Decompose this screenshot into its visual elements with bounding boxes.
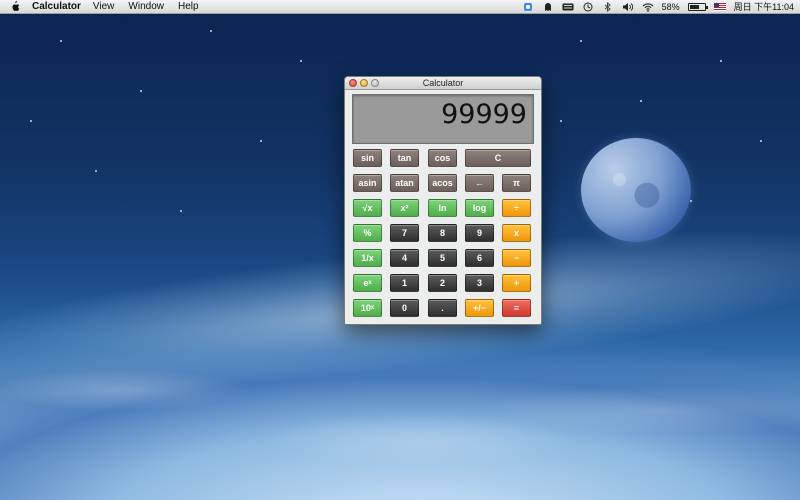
earth-clouds bbox=[0, 330, 800, 500]
pi-button[interactable]: π bbox=[502, 174, 531, 192]
atan-button[interactable]: atan bbox=[390, 174, 419, 192]
digit-5-button[interactable]: 5 bbox=[428, 249, 457, 267]
acos-button[interactable]: acos bbox=[428, 174, 457, 192]
percent-button[interactable]: % bbox=[353, 224, 382, 242]
digit-0-button[interactable]: 0 bbox=[390, 299, 419, 317]
digit-4-button[interactable]: 4 bbox=[390, 249, 419, 267]
ln-button[interactable]: ln bbox=[428, 199, 457, 217]
sin-button[interactable]: sin bbox=[353, 149, 382, 167]
star bbox=[140, 90, 142, 92]
tan-button[interactable]: tan bbox=[390, 149, 419, 167]
star bbox=[580, 40, 582, 42]
star bbox=[180, 210, 182, 212]
menu-bar: Calculator View Window Help 58% 周日 下午11:… bbox=[0, 0, 800, 14]
digit-1-button[interactable]: 1 bbox=[390, 274, 419, 292]
star bbox=[95, 170, 97, 172]
asin-button[interactable]: asin bbox=[353, 174, 382, 192]
star bbox=[720, 60, 722, 62]
square-root-button[interactable]: √x bbox=[353, 199, 382, 217]
divide-button[interactable]: ÷ bbox=[502, 199, 531, 217]
minimize-window-button[interactable] bbox=[360, 79, 368, 87]
menu-view[interactable]: View bbox=[93, 1, 115, 12]
multiply-button[interactable]: x bbox=[502, 224, 531, 242]
volume-icon[interactable] bbox=[622, 2, 634, 12]
digit-6-button[interactable]: 6 bbox=[465, 249, 494, 267]
star bbox=[60, 40, 62, 42]
cos-button[interactable]: cos bbox=[428, 149, 457, 167]
calculator-display: 99999 bbox=[352, 94, 534, 144]
square-button[interactable]: x² bbox=[390, 199, 419, 217]
menu-extras: 58% 周日 下午11:04 bbox=[522, 0, 794, 13]
digit-7-button[interactable]: 7 bbox=[390, 224, 419, 242]
battery-level-fill bbox=[689, 4, 699, 9]
menu-window[interactable]: Window bbox=[128, 1, 164, 12]
traffic-lights bbox=[349, 79, 379, 87]
moon bbox=[581, 138, 691, 242]
star bbox=[30, 120, 32, 122]
plus-button[interactable]: + bbox=[502, 274, 531, 292]
star bbox=[300, 60, 302, 62]
minus-button[interactable]: − bbox=[502, 249, 531, 267]
menu-help[interactable]: Help bbox=[178, 1, 199, 12]
backspace-button[interactable]: ← bbox=[465, 174, 494, 192]
exp-button[interactable]: eˣ bbox=[353, 274, 382, 292]
digit-3-button[interactable]: 3 bbox=[465, 274, 494, 292]
reciprocal-button[interactable]: 1/x bbox=[353, 249, 382, 267]
clear-button[interactable]: C bbox=[465, 149, 531, 167]
equals-button[interactable]: = bbox=[502, 299, 531, 317]
power-of-ten-button[interactable]: 10ˣ bbox=[353, 299, 382, 317]
digit-8-button[interactable]: 8 bbox=[428, 224, 457, 242]
decimal-point-button[interactable]: . bbox=[428, 299, 457, 317]
window-title: Calculator bbox=[422, 78, 464, 88]
star bbox=[560, 120, 562, 122]
digit-2-button[interactable]: 2 bbox=[428, 274, 457, 292]
star bbox=[260, 140, 262, 142]
window-titlebar[interactable]: Calculator bbox=[345, 77, 541, 90]
input-source-flag-icon[interactable] bbox=[713, 2, 726, 11]
time-machine-icon[interactable] bbox=[582, 2, 594, 12]
battery-icon[interactable] bbox=[687, 2, 708, 11]
log-button[interactable]: log bbox=[465, 199, 494, 217]
star bbox=[760, 140, 762, 142]
qq-icon[interactable] bbox=[522, 2, 534, 12]
digit-9-button[interactable]: 9 bbox=[465, 224, 494, 242]
menubar-clock[interactable]: 周日 下午11:04 bbox=[734, 0, 794, 13]
negate-button[interactable]: +/− bbox=[465, 299, 494, 317]
zoom-window-button[interactable] bbox=[371, 79, 379, 87]
wifi-icon[interactable] bbox=[642, 2, 654, 12]
star bbox=[690, 200, 692, 202]
keyboard-icon[interactable] bbox=[562, 2, 574, 12]
star bbox=[210, 30, 212, 32]
menu-app-name[interactable]: Calculator bbox=[32, 1, 81, 12]
battery-percent: 58% bbox=[661, 1, 680, 12]
close-window-button[interactable] bbox=[349, 79, 357, 87]
bluetooth-icon[interactable] bbox=[602, 1, 614, 12]
calculator-window: Calculator 99999 sin tan cos C asin atan… bbox=[344, 76, 542, 325]
ghost-icon[interactable] bbox=[542, 2, 554, 12]
star bbox=[640, 100, 642, 102]
apple-icon[interactable] bbox=[8, 1, 22, 12]
